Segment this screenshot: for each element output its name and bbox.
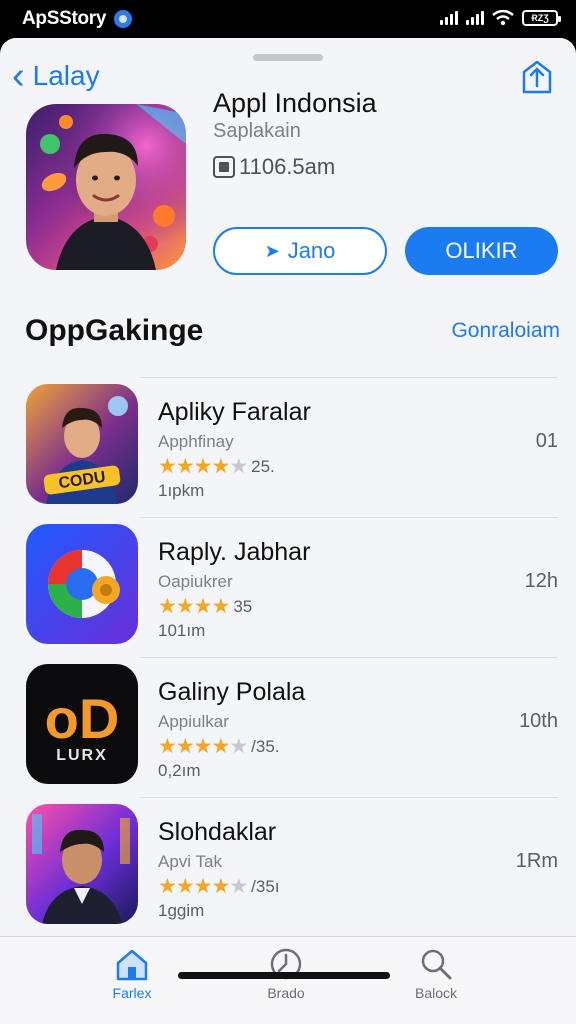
status-bar: ApSStory ɌΖƷ bbox=[0, 0, 576, 38]
app-meta: 01 bbox=[535, 430, 558, 452]
tab-search-label: Balock bbox=[414, 985, 458, 1001]
app-category: Apvi Tak bbox=[158, 852, 222, 871]
app-rating: ★★★★★ /35ı bbox=[158, 874, 280, 899]
signal-secondary-icon bbox=[466, 11, 484, 25]
tab-bar: Farlex Brado Balock bbox=[0, 936, 576, 1024]
app-name: Apliky Faralar bbox=[158, 398, 311, 426]
star-rating-icon: ★★★★ bbox=[158, 595, 230, 618]
wifi-icon bbox=[492, 10, 514, 26]
home-icon bbox=[116, 949, 148, 981]
see-all-link[interactable]: Gonraloiam bbox=[451, 319, 560, 343]
share-icon[interactable] bbox=[518, 58, 556, 96]
star-rating-icon: ★★★★★ bbox=[158, 875, 248, 898]
app-size: 1106.5am bbox=[213, 154, 335, 180]
star-rating-icon: ★★★★★ bbox=[158, 455, 248, 478]
app-size-value: 1106.5am bbox=[239, 154, 336, 179]
section-title: OppGakinge bbox=[25, 314, 204, 347]
share-app-button-label: Jano bbox=[287, 238, 336, 263]
battery-icon: ɌΖƷ bbox=[522, 10, 561, 26]
app-icon-artwork bbox=[26, 104, 186, 270]
status-indicators: ɌΖƷ bbox=[440, 10, 561, 26]
app-rating: ★★★★ 35 bbox=[158, 594, 252, 619]
search-icon bbox=[421, 949, 452, 980]
app-detail-sheet: ‹ Lalay Appl Indonsia Saplakain 1106.5am… bbox=[0, 38, 576, 1024]
list-item[interactable]: CODU Apliky Faralar Apphfinay ★★★★★ 25. … bbox=[0, 378, 576, 518]
app-list: CODU Apliky Faralar Apphfinay ★★★★★ 25. … bbox=[0, 378, 576, 938]
app-name: Galiny Polala bbox=[158, 678, 306, 706]
app-icon-row bbox=[26, 804, 138, 924]
signal-icon bbox=[440, 11, 458, 25]
app-size-label: 0,2ım bbox=[158, 761, 201, 780]
back-button[interactable]: ‹ Lalay bbox=[12, 55, 100, 97]
storage-icon bbox=[213, 156, 235, 178]
sheet-grabber[interactable] bbox=[253, 54, 323, 61]
app-meta: 12h bbox=[524, 570, 558, 592]
get-button-label: OLIKIR bbox=[445, 238, 518, 263]
app-icon-wordmark: LURX bbox=[56, 747, 108, 764]
app-icon-artwork-row: oD LURX bbox=[45, 687, 120, 764]
tab-search[interactable]: Balock bbox=[386, 947, 486, 1001]
get-button[interactable]: OLIKIR bbox=[405, 227, 558, 275]
battery-label: ɌΖƷ bbox=[531, 13, 549, 23]
app-meta: 1Rm bbox=[515, 850, 558, 872]
location-icon bbox=[114, 10, 133, 28]
home-indicator[interactable] bbox=[178, 972, 390, 979]
app-icon bbox=[26, 104, 186, 270]
app-icon-logo: oD bbox=[45, 687, 120, 750]
tab-updates-label: Brado bbox=[267, 985, 305, 1001]
app-rating-count: /35ı bbox=[251, 876, 280, 896]
app-icon-artwork-row: CODU bbox=[43, 396, 128, 504]
app-subtitle: Saplakain bbox=[213, 120, 301, 142]
app-size-label: 101ım bbox=[158, 621, 206, 640]
list-item[interactable]: Slohdaklar Apvi Tak ★★★★★ /35ı 1ggim 1Rm bbox=[0, 798, 576, 938]
status-carrier: ApSStory bbox=[22, 8, 133, 30]
back-button-label: Lalay bbox=[32, 60, 100, 91]
chevron-left-icon: ‹ bbox=[12, 55, 25, 97]
share-app-button[interactable]: ➤ Jano bbox=[213, 227, 387, 275]
app-category: Apphfinay bbox=[158, 432, 234, 451]
status-carrier-label: ApSStory bbox=[22, 8, 107, 29]
app-rating: ★★★★★ /35. bbox=[158, 734, 280, 759]
app-name: Raply. Jabhar bbox=[158, 538, 311, 566]
app-rating-count: 25. bbox=[251, 456, 275, 476]
app-rating: ★★★★★ 25. bbox=[158, 454, 275, 479]
app-category: Oapiukrer bbox=[158, 572, 233, 591]
app-category: Appiulkar bbox=[158, 712, 229, 731]
app-title: Appl Indonsia bbox=[213, 88, 377, 118]
app-rating-count: 35 bbox=[233, 596, 253, 616]
tab-home[interactable]: Farlex bbox=[82, 947, 182, 1001]
app-size-label: 1ıpkm bbox=[158, 481, 205, 500]
send-icon: ➤ bbox=[264, 240, 280, 261]
app-icon-artwork-row bbox=[48, 550, 120, 618]
list-item[interactable]: oD LURX Galiny Polala Appiulkar ★★★★★ /3… bbox=[0, 658, 576, 798]
list-item[interactable]: Raply. Jabhar Oapiukrer ★★★★ 35 101ım 12… bbox=[0, 518, 576, 658]
app-size-label: 1ggim bbox=[158, 901, 205, 920]
app-icon-row: oD LURX bbox=[26, 664, 138, 784]
app-icon-row: CODU bbox=[26, 384, 138, 504]
app-icon-artwork-row bbox=[32, 814, 130, 924]
star-rating-icon: ★★★★★ bbox=[158, 735, 248, 758]
app-meta: 10th bbox=[519, 710, 558, 732]
app-name: Slohdaklar bbox=[158, 818, 277, 846]
app-icon-row bbox=[26, 524, 138, 644]
app-rating-count: /35. bbox=[251, 736, 280, 756]
tab-home-label: Farlex bbox=[112, 985, 152, 1001]
